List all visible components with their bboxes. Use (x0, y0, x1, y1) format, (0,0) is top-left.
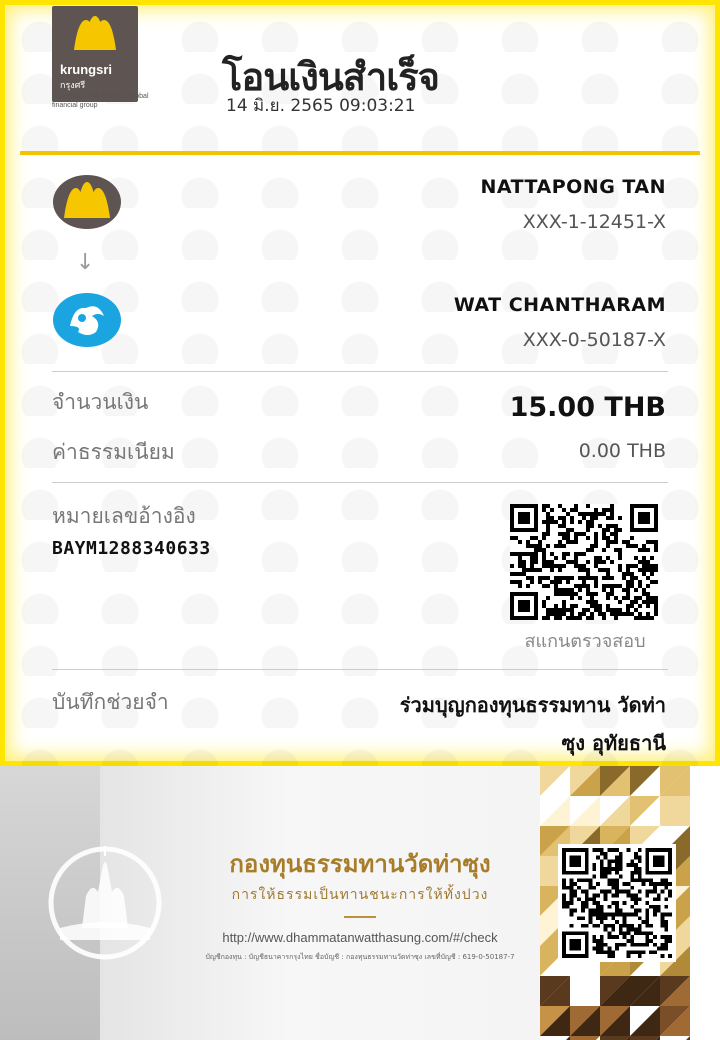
arrow-down-icon: ↓ (76, 250, 95, 275)
memo-line-2: ซุง อุทัยธานี (561, 731, 666, 755)
fee-label: ค่าธรรมเนียม (52, 440, 175, 464)
transfer-slip: krungsri กรุงศรี A member of ⊗ MUFG a gl… (0, 0, 720, 766)
amount-label: จำนวนเงิน (52, 390, 149, 414)
banner-account-info: บัญชีกองทุน : บัญชีธนาคารกรุงไทย ชื่อบัญ… (205, 953, 515, 961)
gold-divider (344, 916, 376, 918)
receiver-name: WAT CHANTHARAM (453, 294, 666, 316)
verification-qr-code[interactable] (510, 504, 658, 620)
donation-banner: กองทุนธรรมทานวัดท่าซุง การให้ธรรมเป็นทาน… (0, 766, 720, 1040)
memo-value: ร่วมบุญกองทุนธรรมทาน วัดท่า ซุง อุทัยธาน… (286, 686, 666, 762)
divider (52, 669, 668, 670)
sender-account: XXX-1-12451-X (522, 211, 666, 233)
temple-emblem-icon (48, 846, 162, 960)
logo-wordmark: krungsri (60, 62, 113, 77)
krungsri-logo: krungsri กรุงศรี (52, 6, 138, 102)
check-url-link[interactable]: http://www.dhammatanwatthasung.com/#/che… (170, 930, 550, 945)
amount-value: 15.00 THB (509, 392, 666, 423)
banner-subtitle: การให้ธรรมเป็นทานชนะการให้ทั้งปวง (231, 887, 489, 903)
transaction-datetime: 14 มิ.ย. 2565 09:03:21 (226, 96, 416, 116)
memo-label: บันทึกช่วยจำ (52, 690, 169, 714)
receiver-account: XXX-0-50187-X (522, 329, 666, 351)
ktb-bank-logo-icon (53, 293, 121, 347)
memo-line-1: ร่วมบุญกองทุนธรรมทาน วัดท่า (399, 693, 666, 717)
krungsri-logo-icon (53, 175, 121, 229)
sender-name: NATTAPONG TAN (480, 176, 666, 198)
banner-title: กองทุนธรรมทานวัดท่าซุง (229, 849, 491, 878)
logo-thai-text: กรุงศรี (60, 81, 86, 91)
divider (52, 482, 668, 483)
header-divider (20, 151, 700, 155)
scan-verify-label: สแกนตรวจสอบ (524, 631, 646, 652)
divider (52, 371, 668, 372)
banner-right-margin (690, 766, 720, 1040)
reference-label: หมายเลขอ้างอิง (52, 504, 196, 528)
logo-tagline: A member of ⊗ MUFG a global financial gr… (52, 93, 149, 109)
krungsri-emblem-icon (74, 16, 116, 50)
fee-value: 0.00 THB (578, 440, 666, 462)
banner-qr-code[interactable] (558, 844, 676, 962)
reference-number: BAYM1288340633 (52, 538, 211, 559)
